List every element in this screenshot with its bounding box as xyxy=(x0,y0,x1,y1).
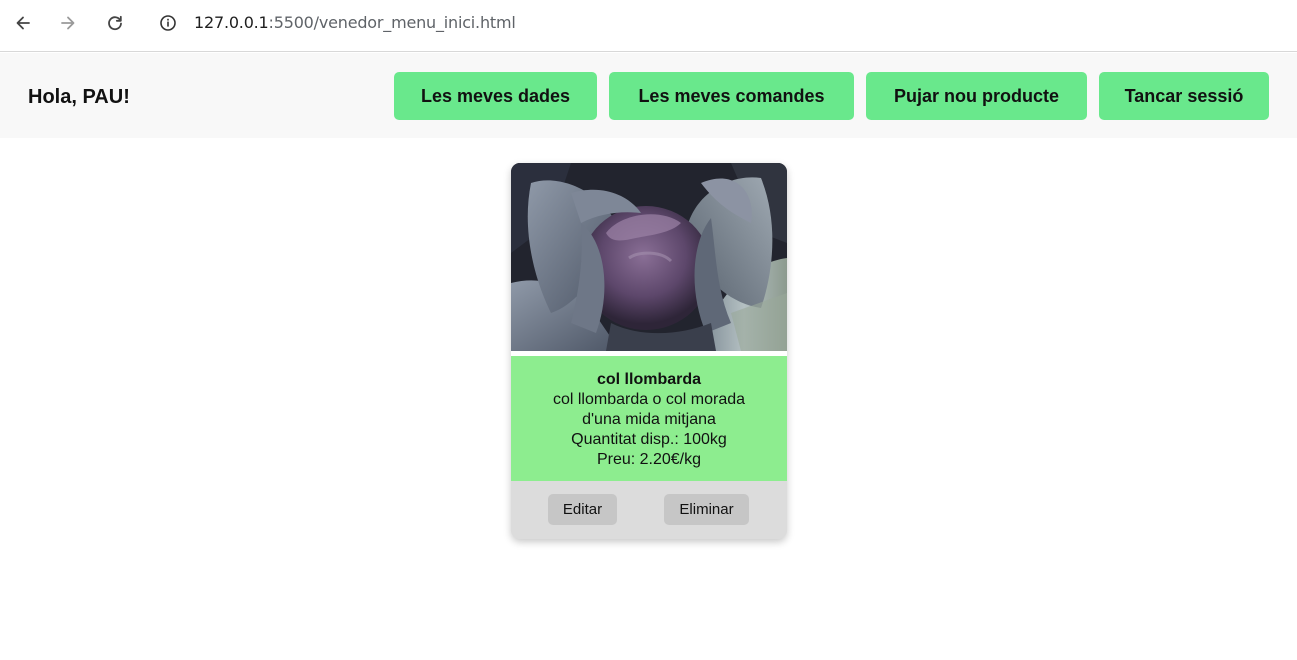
reload-icon xyxy=(108,15,122,31)
product-price: Preu: 2.20€/kg xyxy=(596,451,702,468)
product-name: col llombarda xyxy=(596,371,702,388)
red-cabbage-photo xyxy=(511,163,787,351)
url-text[interactable]: 127.0.0.1:5500/venedor_menu_inici.html xyxy=(194,14,516,32)
address-bar[interactable]: 127.0.0.1:5500/venedor_menu_inici.html xyxy=(148,5,1297,41)
arrow-left-icon xyxy=(16,16,30,30)
my-orders-button[interactable]: Les meves comandes xyxy=(609,72,854,120)
my-data-button[interactable]: Les meves dades xyxy=(394,72,597,120)
product-quantity: Quantitat disp.: 100kg xyxy=(571,431,727,448)
logout-button[interactable]: Tancar sessió xyxy=(1099,72,1269,120)
delete-product-button[interactable]: Eliminar xyxy=(664,494,749,525)
product-description: col llombarda o col morada d'una mida mi… xyxy=(552,391,746,428)
url-path: :5500/venedor_menu_inici.html xyxy=(268,13,516,32)
url-host: 127.0.0.1 xyxy=(194,13,269,32)
reload-button[interactable] xyxy=(104,12,126,34)
product-card: col llombarda col llombarda o col morada… xyxy=(511,163,787,539)
browser-toolbar: 127.0.0.1:5500/venedor_menu_inici.html xyxy=(0,0,1297,52)
card-actions: Editar Eliminar xyxy=(511,481,787,539)
forward-button[interactable] xyxy=(57,12,79,34)
arrow-right-icon xyxy=(61,16,75,30)
info-icon[interactable] xyxy=(159,14,177,32)
page-header: Hola, PAU! Les meves dades Les meves com… xyxy=(0,53,1297,138)
back-button[interactable] xyxy=(12,12,34,34)
greeting-text: Hola, PAU! xyxy=(28,86,130,108)
edit-product-button[interactable]: Editar xyxy=(548,494,617,525)
upload-product-button[interactable]: Pujar nou producte xyxy=(866,72,1087,120)
product-info: col llombarda col llombarda o col morada… xyxy=(511,356,787,481)
